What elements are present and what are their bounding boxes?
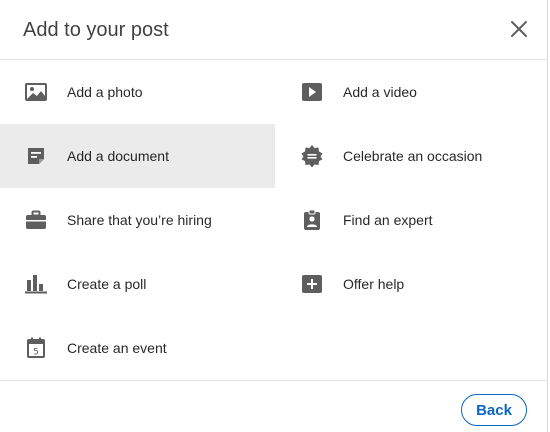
option-create-event[interactable]: 5 Create an event: [0, 316, 275, 380]
option-label: Share that you’re hiring: [67, 212, 212, 228]
option-label: Add a photo: [67, 84, 143, 100]
option-create-poll[interactable]: Create a poll: [0, 252, 275, 316]
modal-footer: Back: [0, 380, 548, 432]
briefcase-icon: [24, 208, 48, 232]
plus-square-icon: [300, 272, 324, 296]
close-button[interactable]: [503, 15, 535, 47]
back-button[interactable]: Back: [461, 394, 527, 426]
calendar-day-number: 5: [33, 348, 39, 358]
badge-burst-icon: [300, 144, 324, 168]
modal-title: Add to your post: [23, 19, 169, 41]
option-label: Add a video: [343, 84, 417, 100]
option-share-hiring[interactable]: Share that you’re hiring: [0, 188, 275, 252]
option-label: Celebrate an occasion: [343, 148, 483, 164]
modal-header: Add to your post: [0, 0, 548, 60]
video-play-icon: [300, 80, 324, 104]
option-label: Create a poll: [67, 276, 147, 292]
calendar-icon: 5: [24, 336, 48, 360]
image-icon: [24, 80, 48, 104]
option-label: Create an event: [67, 340, 167, 356]
option-find-expert[interactable]: Find an expert: [276, 188, 550, 252]
add-to-post-modal: Add to your post Add a photo Add a video…: [0, 0, 548, 432]
bar-chart-icon: [24, 272, 48, 296]
id-badge-icon: [300, 208, 324, 232]
option-celebrate-occasion[interactable]: Celebrate an occasion: [276, 124, 550, 188]
option-add-document[interactable]: Add a document: [0, 124, 275, 188]
document-icon: [24, 144, 48, 168]
option-offer-help[interactable]: Offer help: [276, 252, 550, 316]
option-label: Find an expert: [343, 212, 433, 228]
option-label: Add a document: [67, 148, 169, 164]
option-label: Offer help: [343, 276, 405, 292]
option-add-video[interactable]: Add a video: [276, 60, 550, 124]
option-add-photo[interactable]: Add a photo: [0, 60, 275, 124]
close-icon: [509, 19, 529, 44]
